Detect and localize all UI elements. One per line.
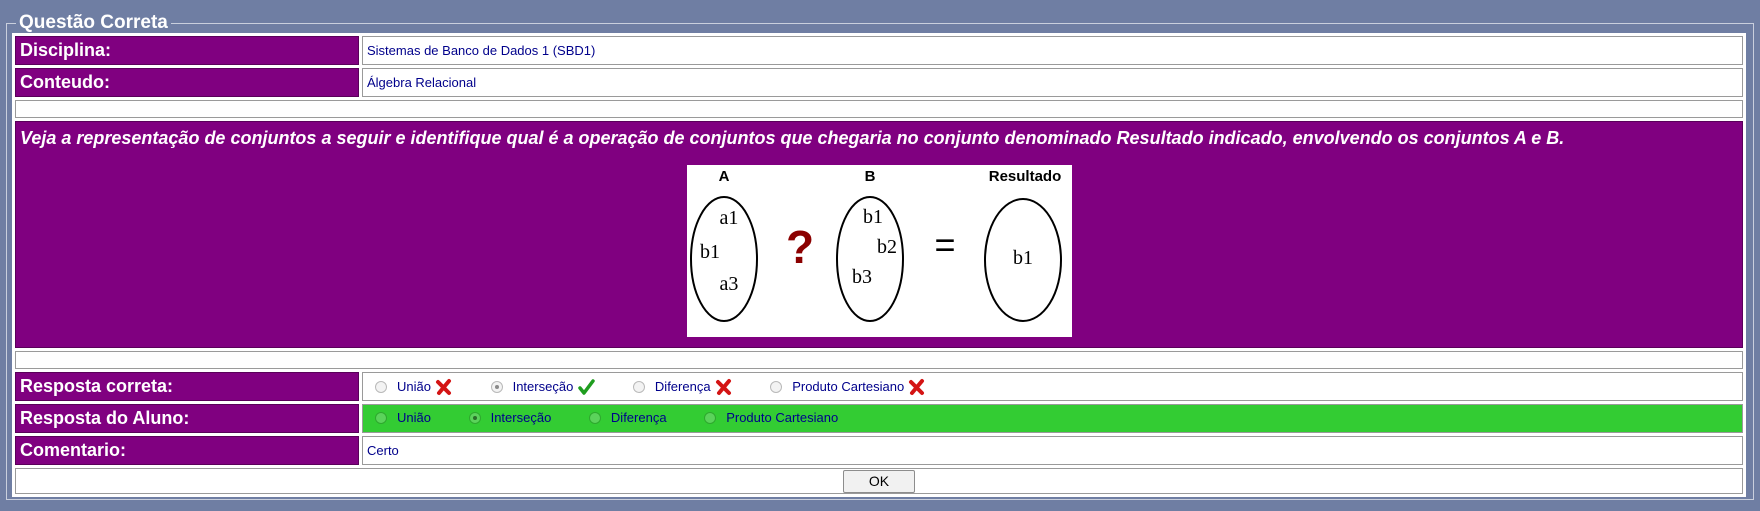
comentario-label: Comentario: [15,436,359,465]
set-b-item: b2 [877,236,897,258]
radio-button[interactable] [704,411,717,424]
cross-icon [909,378,925,395]
disciplina-value: Sistemas de Banco de Dados 1 (SBD1) [362,36,1743,65]
conteudo-label: Conteudo: [15,68,359,97]
student-option-intersecao: Interseção [461,410,552,426]
set-b-item: b3 [852,266,872,288]
correct-option-intersecao: Interseção [483,378,596,396]
resposta-aluno-options: União Interseção Diferença Produto Carte… [362,404,1743,433]
correct-option-uniao: União [367,378,453,396]
correct-option-diferenca: Diferença [625,378,733,396]
student-option-produto-cartesiano: Produto Cartesiano [696,410,838,425]
radio-button[interactable] [770,380,783,393]
radio-button[interactable] [632,380,645,393]
panel-legend: Questão Correta [19,12,168,33]
question-form: Disciplina: Sistemas de Banco de Dados 1… [12,33,1746,497]
ok-button[interactable]: OK [843,469,915,493]
student-option-diferenca: Diferença [581,410,667,425]
option-label: Diferença [654,379,711,394]
result-label: Resultado [988,168,1061,185]
set-b-label: B [864,168,875,185]
radio-button[interactable] [375,380,387,393]
spacer-row [15,351,1743,369]
check-icon [578,378,596,395]
radio-button[interactable] [490,380,503,393]
cross-icon [715,378,731,395]
resposta-correta-label: Resposta correta: [15,372,359,401]
option-label: União [397,379,431,394]
radio-button[interactable] [468,411,481,424]
comentario-value: Certo [362,436,1743,465]
radio-button[interactable] [588,411,601,424]
option-label: Diferença [610,410,667,426]
ok-row: OK [15,468,1743,494]
resposta-correta-options: União Interseção Diferença Produto Carte… [362,372,1743,401]
student-option-uniao: União [367,410,431,425]
cross-icon [435,378,451,395]
option-label: Interseção [490,410,552,426]
set-b-item: b1 [863,206,883,228]
set-operation-figure: A a1 b1 a3 ? B b1 b2 b3 = Resultado b1 [686,165,1072,337]
set-a-item: a3 [719,273,738,295]
question-cell: Veja a representação de conjuntos a segu… [15,121,1743,348]
set-a-item: a1 [719,207,738,229]
equals-sign: = [934,224,955,265]
set-a-label: A [718,168,729,185]
option-label: Interseção [512,379,574,394]
result-item: b1 [1013,247,1033,269]
option-label: Produto Cartesiano [726,410,839,426]
spacer-row [15,100,1743,118]
disciplina-label: Disciplina: [15,36,359,65]
resposta-aluno-label: Resposta do Aluno: [15,404,359,433]
radio-button[interactable] [375,411,387,424]
operator-question-mark: ? [785,221,813,273]
option-label: União [397,410,431,426]
question-text: Veja a representação de conjuntos a segu… [20,128,1565,148]
set-a-item: b1 [700,241,720,263]
conteudo-value: Álgebra Relacional [362,68,1743,97]
option-label: Produto Cartesiano [792,379,905,394]
correct-option-produto-cartesiano: Produto Cartesiano [762,378,926,396]
